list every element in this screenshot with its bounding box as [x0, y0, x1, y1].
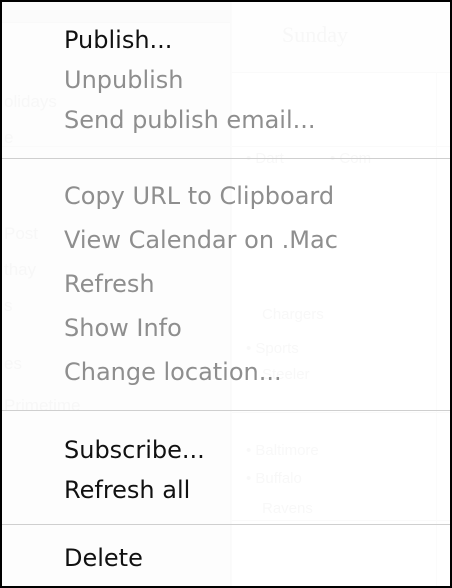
menu-item-show-info: Show Info — [64, 314, 182, 342]
menu-item-send-publish-email: Send publish email... — [64, 106, 316, 134]
menu-item-copy-url: Copy URL to Clipboard — [64, 182, 335, 210]
menu-item-subscribe[interactable]: Subscribe... — [64, 434, 205, 466]
menu-item-delete[interactable]: Delete — [64, 542, 143, 574]
menu-item-refresh-all[interactable]: Refresh all — [64, 474, 190, 506]
menu-item-change-location: Change location... — [64, 358, 282, 386]
menu-item-view-calendar-on-mac: View Calendar on .Mac — [64, 226, 338, 254]
menu-separator — [0, 410, 452, 411]
menu-separator — [0, 158, 452, 159]
context-menu-screenshot: Sunday olidays e Post thay s es Primetim… — [0, 0, 452, 588]
context-menu: Publish... Unpublish Send publish email.… — [0, 0, 452, 588]
menu-item-unpublish: Unpublish — [64, 66, 184, 94]
menu-separator — [0, 524, 452, 525]
menu-item-refresh: Refresh — [64, 270, 155, 298]
menu-item-publish[interactable]: Publish... — [64, 24, 172, 56]
